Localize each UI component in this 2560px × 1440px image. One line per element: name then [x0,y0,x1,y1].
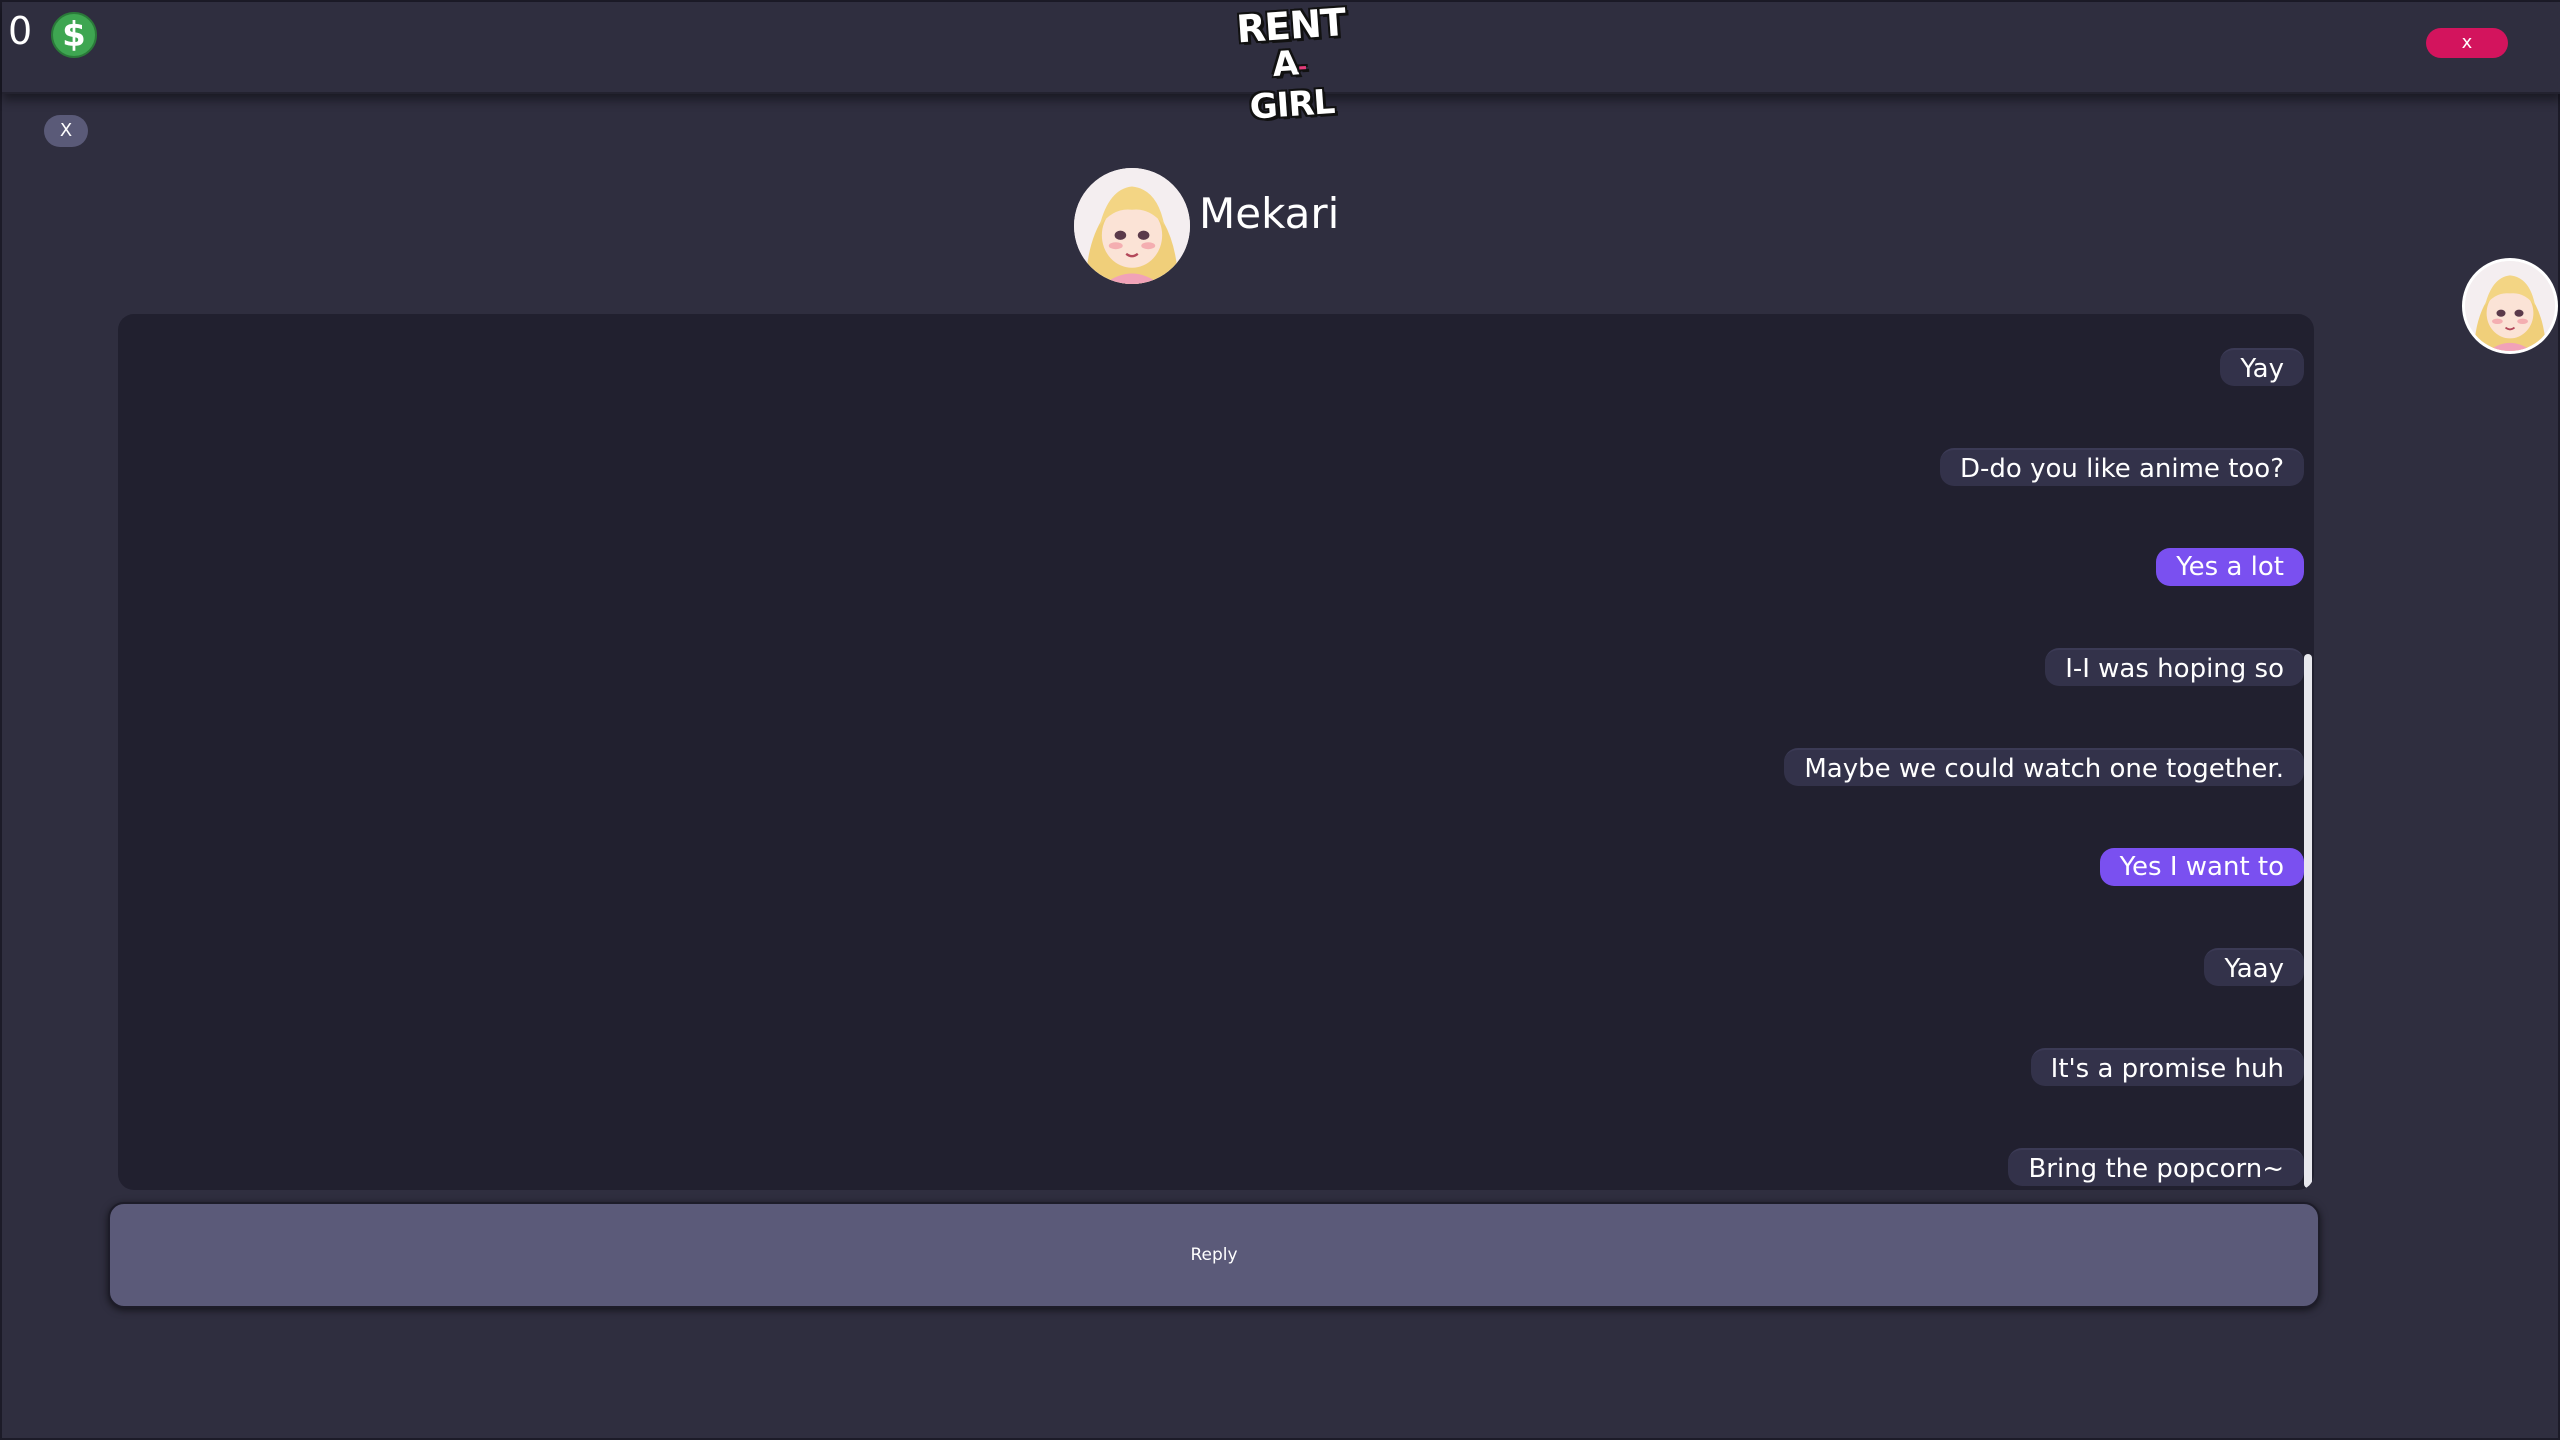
chat-message-incoming: Maybe we could watch one together. [1784,748,2304,786]
game-logo: RENT A-GIRL [1235,0,1347,128]
logo-word-girl: GIRL [1248,81,1336,128]
reply-button[interactable]: Reply [108,1202,2320,1308]
money-amount: 0 [8,9,33,53]
contact-name: Mekari [1199,189,1340,238]
contact-avatar [1074,168,1190,284]
chat-scrollbar[interactable] [2304,654,2312,1188]
chat-message-incoming: Bring the popcorn~ [2008,1148,2304,1186]
close-chat-button[interactable]: X [44,115,88,147]
close-game-button[interactable]: x [2426,28,2508,58]
logo-dash: - [1297,54,1307,81]
girl-avatar-icon [1074,168,1190,284]
chat-message-outgoing: Yes a lot [2156,548,2304,586]
chat-message-outgoing: Yes I want to [2099,848,2304,886]
girl-avatar-icon [2465,261,2555,351]
chat-message-incoming: Yay [2220,348,2304,386]
chat-log[interactable]: Yay D-do you like anime too? Yes a lot I… [118,314,2314,1190]
chat-message-incoming: D-do you like anime too? [1940,448,2304,486]
logo-letter-a: A [1271,43,1300,86]
dollar-icon: $ [51,12,97,58]
game-screen: 0 $ RENT A-GIRL x X Mekari Yay D-do you … [0,0,2560,1440]
top-bar: 0 $ RENT A-GIRL x [2,0,2560,128]
chat-message-incoming: It's a promise huh [2030,1048,2304,1086]
logo-text-girl: A-GIRL [1238,43,1343,127]
chat-message-incoming: Yaay [2204,948,2304,986]
side-contact-avatar[interactable] [2462,258,2558,354]
chat-message-incoming: I-I was hoping so [2045,648,2304,686]
logo-text-rent: RENT [1235,0,1347,52]
